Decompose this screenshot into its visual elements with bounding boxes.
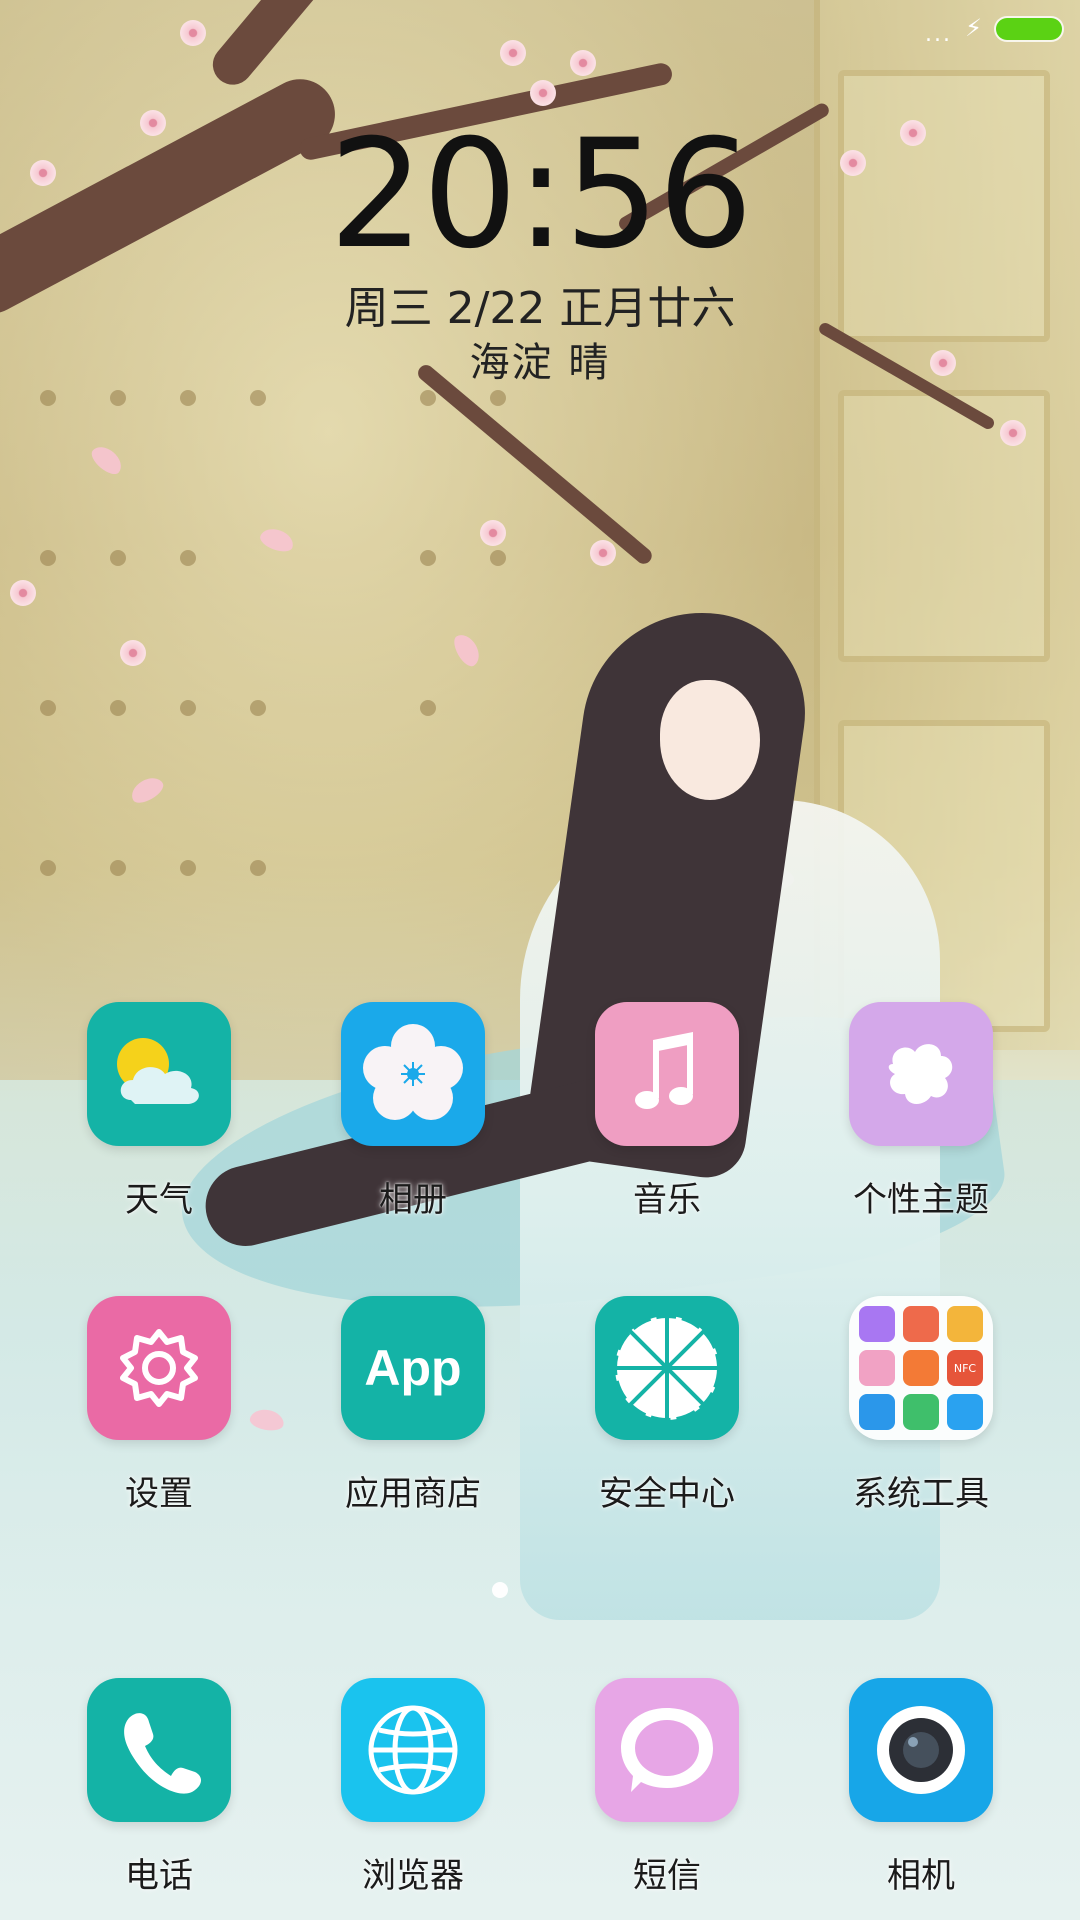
blossom xyxy=(480,520,506,546)
app-label: 安全中心 xyxy=(599,1474,735,1514)
page-indicator xyxy=(492,1582,508,1598)
weather-summary[interactable]: 海淀 晴 xyxy=(0,330,1080,388)
mic-icon xyxy=(859,1350,895,1386)
door-stud xyxy=(180,700,196,716)
app-music[interactable]: 音乐 xyxy=(557,1002,777,1221)
door-stud xyxy=(250,700,266,716)
stats-icon xyxy=(903,1306,939,1342)
door-stud xyxy=(110,550,126,566)
door-stud xyxy=(420,550,436,566)
phone-icon xyxy=(87,1678,231,1822)
door-stud xyxy=(250,860,266,876)
bolt-icon: ⚡ xyxy=(965,14,982,42)
app-store-icon: App xyxy=(341,1296,485,1440)
browser-icon xyxy=(341,1678,485,1822)
blossom xyxy=(1000,420,1026,446)
nfc-icon: NFC xyxy=(947,1350,983,1386)
status-bar: ... ⚡ xyxy=(0,0,1080,60)
door-stud xyxy=(40,700,56,716)
folder-contents: NFC xyxy=(859,1306,983,1430)
app-gallery[interactable]: 相册 xyxy=(303,1002,523,1221)
messages-icon xyxy=(595,1678,739,1822)
gallery-icon xyxy=(341,1002,485,1146)
door-stud xyxy=(420,390,436,406)
clock-time[interactable]: 20:56 xyxy=(0,120,1080,270)
app-label: 相册 xyxy=(379,1180,447,1220)
door-stud xyxy=(490,550,506,566)
app-security[interactable]: 安全中心 xyxy=(557,1296,777,1515)
app-settings[interactable]: 设置 xyxy=(49,1296,269,1515)
folder-icon: NFC xyxy=(849,1296,993,1440)
radar-icon xyxy=(903,1394,939,1430)
battery-icon xyxy=(996,18,1062,40)
app-store[interactable]: App 应用商店 xyxy=(303,1296,523,1515)
app-label: 应用商店 xyxy=(345,1474,481,1514)
door-stud xyxy=(40,550,56,566)
security-icon xyxy=(595,1296,739,1440)
door-stud xyxy=(420,700,436,716)
scanner-icon xyxy=(947,1394,983,1430)
door-stud xyxy=(490,390,506,406)
app-weather[interactable]: 天气 xyxy=(49,1002,269,1221)
wallpaper-face xyxy=(660,680,760,800)
signal-dots-icon: ... xyxy=(925,22,952,47)
weather-icon xyxy=(87,1002,231,1146)
door-stud xyxy=(180,860,196,876)
door-stud xyxy=(110,700,126,716)
themes-icon xyxy=(849,1002,993,1146)
layers-icon xyxy=(947,1306,983,1342)
app-label: 音乐 xyxy=(633,1180,701,1220)
door-stud xyxy=(40,860,56,876)
app-store-icon-text: App xyxy=(364,1340,462,1396)
door-stud xyxy=(180,390,196,406)
folder-system-tools[interactable]: NFC 系统工具 xyxy=(811,1296,1031,1515)
app-label: 电话 xyxy=(125,1856,193,1896)
app-label: 天气 xyxy=(125,1180,193,1220)
dock-browser[interactable]: 浏览器 xyxy=(303,1678,523,1897)
camera-icon xyxy=(849,1678,993,1822)
door-stud xyxy=(250,390,266,406)
dock-phone[interactable]: 电话 xyxy=(49,1678,269,1897)
record-icon xyxy=(903,1350,939,1386)
app-label: 系统工具 xyxy=(853,1474,989,1514)
blossom xyxy=(120,640,146,666)
door-stud xyxy=(180,550,196,566)
app-label: 设置 xyxy=(125,1474,193,1514)
app-label: 个性主题 xyxy=(853,1180,989,1220)
compass-icon xyxy=(859,1394,895,1430)
app-themes[interactable]: 个性主题 xyxy=(811,1002,1031,1221)
dock-messages[interactable]: 短信 xyxy=(557,1678,777,1897)
blossom xyxy=(10,580,36,606)
app-label: 浏览器 xyxy=(362,1856,464,1896)
door-stud xyxy=(40,390,56,406)
dock-camera[interactable]: 相机 xyxy=(811,1678,1031,1897)
door-stud xyxy=(110,390,126,406)
mi-icon xyxy=(859,1306,895,1342)
music-icon xyxy=(595,1002,739,1146)
app-label: 相机 xyxy=(887,1856,955,1896)
blossom xyxy=(590,540,616,566)
blossom xyxy=(530,80,556,106)
door-stud xyxy=(110,860,126,876)
settings-icon xyxy=(87,1296,231,1440)
app-label: 短信 xyxy=(633,1856,701,1896)
clock-date[interactable]: 周三 2/22 正月廿六 xyxy=(0,272,1080,336)
